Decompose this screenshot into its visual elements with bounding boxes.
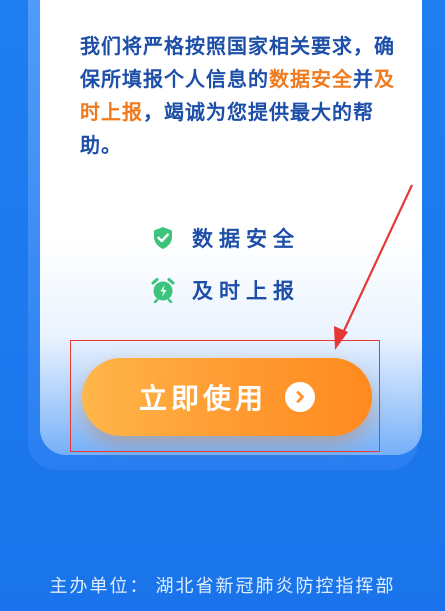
footer-label: 主办单位： [49, 576, 150, 597]
shield-check-icon [150, 225, 176, 251]
chevron-right-circle-icon [285, 382, 315, 412]
intro-highlight-data-security: 数据安全 [269, 67, 353, 91]
feature-label: 及时上报 [192, 279, 300, 303]
alarm-clock-icon [150, 277, 176, 303]
use-now-button[interactable]: 立即使用 [82, 358, 372, 436]
feature-timely-report: 及时上报 [150, 275, 300, 305]
intro-conjunction: 并 [353, 67, 374, 91]
footer-organizer-name: 湖北省新冠肺炎防控指挥部 [155, 576, 396, 597]
feature-data-security: 数据安全 [150, 223, 300, 253]
footer-organizer: 主办单位： 湖北省新冠肺炎防控指挥部 [0, 572, 445, 598]
intro-text: 我们将严格按照国家相关要求，确保所填报个人信息的数据安全并及时上报，竭诚为您提供… [80, 30, 400, 162]
feature-label: 数据安全 [192, 227, 300, 251]
use-now-button-label: 立即使用 [138, 382, 267, 415]
